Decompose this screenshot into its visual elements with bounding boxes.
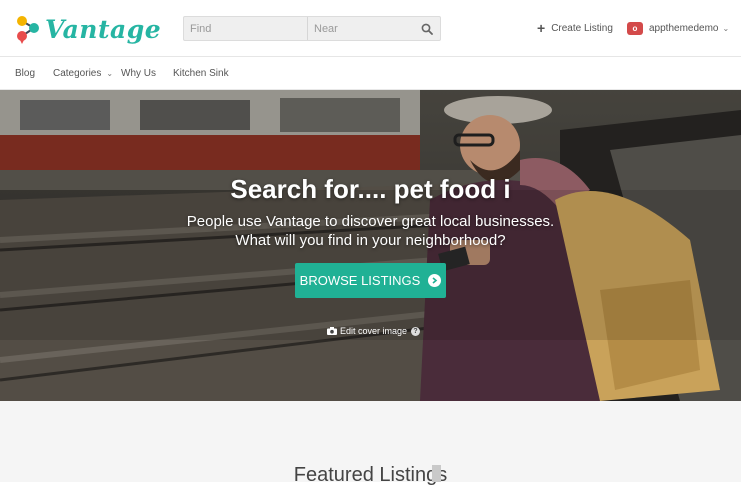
find-input[interactable] [184,17,308,40]
nav-item-kitchen-sink[interactable]: Kitchen Sink [173,68,229,79]
featured-listings-title: Featured Listings [293,464,448,486]
nav-item-label: Categories [53,68,102,79]
create-listing-link[interactable]: + Create Listing [537,20,613,36]
nav-item-label: Kitchen Sink [173,68,229,79]
nav-item-blog[interactable]: Blog [15,68,35,79]
browse-listings-button[interactable]: BROWSE LISTINGS [295,263,446,298]
search-bar [183,16,441,41]
nav-item-label: Blog [15,68,36,79]
main-nav: Blog Categories ⌄ Why Us Kitchen Sink [0,57,741,90]
camera-icon [327,327,337,335]
hero-subtitle-line: What will you find in your neighborhood? [235,232,506,249]
hero-banner: Search for.... pet food i People use Van… [0,90,741,401]
help-icon[interactable]: ? [411,326,421,336]
hero-title: Search for.... pet food i [230,174,511,204]
near-input[interactable] [308,17,414,40]
plus-icon: + [537,20,546,36]
nav-item-categories[interactable]: Categories ⌄ [53,68,113,79]
nav-item-label: Why Us [121,68,156,79]
search-icon [421,23,433,35]
nav-item-why-us[interactable]: Why Us [121,68,156,79]
featured-section: Featured Listings [0,401,741,486]
chevron-down-icon: ⌄ [722,23,730,33]
edit-cover-image-link[interactable]: Edit cover image ? [327,326,421,336]
logo-mark-icon [17,16,39,44]
search-button[interactable] [414,17,440,40]
chevron-down-icon: ⌄ [106,69,114,78]
logo-text: Vantage [45,14,162,44]
text-cursor [432,465,441,482]
arrow-right-circle-icon [428,274,442,287]
avatar: o [627,21,643,35]
hero-subtitle: People use Vantage to discover great loc… [0,212,741,250]
edit-cover-label: Edit cover image [340,326,408,336]
browse-listings-label: BROWSE LISTINGS [299,273,421,288]
username-label: appthemedemo [649,22,719,34]
site-logo[interactable]: Vantage [15,12,161,46]
user-menu[interactable]: o appthemedemo ⌄ [627,20,729,36]
create-listing-label: Create Listing [551,22,613,34]
site-header: Vantage + Create Listing o appthemedemo … [0,0,741,57]
hero-subtitle-line: People use Vantage to discover great loc… [186,213,555,230]
